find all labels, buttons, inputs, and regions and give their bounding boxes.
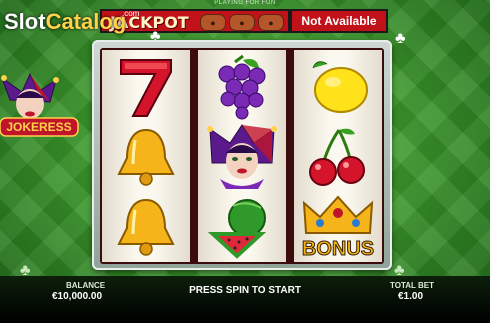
bell-icon (117, 128, 175, 186)
watermark-slot: Slot (4, 9, 46, 34)
bonus-label: BONUS (302, 238, 374, 260)
balance-value: €10,000.00 (52, 291, 103, 302)
bell-symbol (102, 192, 190, 262)
piggy-bank-icon: ● (229, 14, 255, 31)
jokeress-wild-symbol (198, 122, 286, 192)
grapes-symbol (198, 52, 286, 122)
jackpot-status: Not Available (290, 9, 388, 33)
playing-for-fun-label: PLAYING FOR FUN (214, 0, 276, 6)
seven-icon (120, 59, 172, 117)
total-bet-value: €1.00 (398, 291, 424, 302)
watermark-catalog: Catalog (45, 9, 127, 34)
jokeress-face-icon (207, 124, 277, 189)
watermelon-icon (207, 199, 267, 259)
piggy-bank-icon: ● (200, 14, 226, 31)
bonus-crown-icon: BONUS (301, 195, 375, 261)
reel-1 (102, 50, 190, 262)
jokeress-logo-text: JOKERESS (6, 120, 71, 134)
cherries-symbol (294, 122, 382, 192)
balance-label: BALANCE (66, 281, 106, 290)
reel-2 (198, 50, 286, 262)
piggy-bank-icon: ● (258, 14, 284, 31)
grapes-icon (218, 54, 266, 120)
reel-3: BONUS (294, 50, 382, 262)
cherries-icon (309, 128, 365, 186)
seven-symbol (102, 52, 190, 122)
jokeress-logo: JOKERESS (0, 72, 79, 137)
bell-icon (117, 198, 175, 256)
watermark-com: .com (122, 9, 140, 18)
watermelon-symbol (198, 192, 286, 262)
spin-prompt[interactable]: PRESS SPIN TO START (170, 285, 320, 296)
bonus-crown-symbol: BONUS (294, 192, 382, 262)
lemon-icon (312, 61, 368, 113)
bell-symbol (102, 122, 190, 192)
piggy-bank-row: ● ● ● (200, 14, 284, 31)
slot-machine-frame: BONUS (92, 40, 392, 270)
reel-window: BONUS (100, 48, 384, 264)
club-suit-icon: ♣ (395, 30, 406, 47)
lemon-symbol (294, 52, 382, 122)
total-bet-label: TOTAL BET (390, 281, 434, 290)
slotcatalog-watermark: SlotCatalog (4, 9, 126, 35)
